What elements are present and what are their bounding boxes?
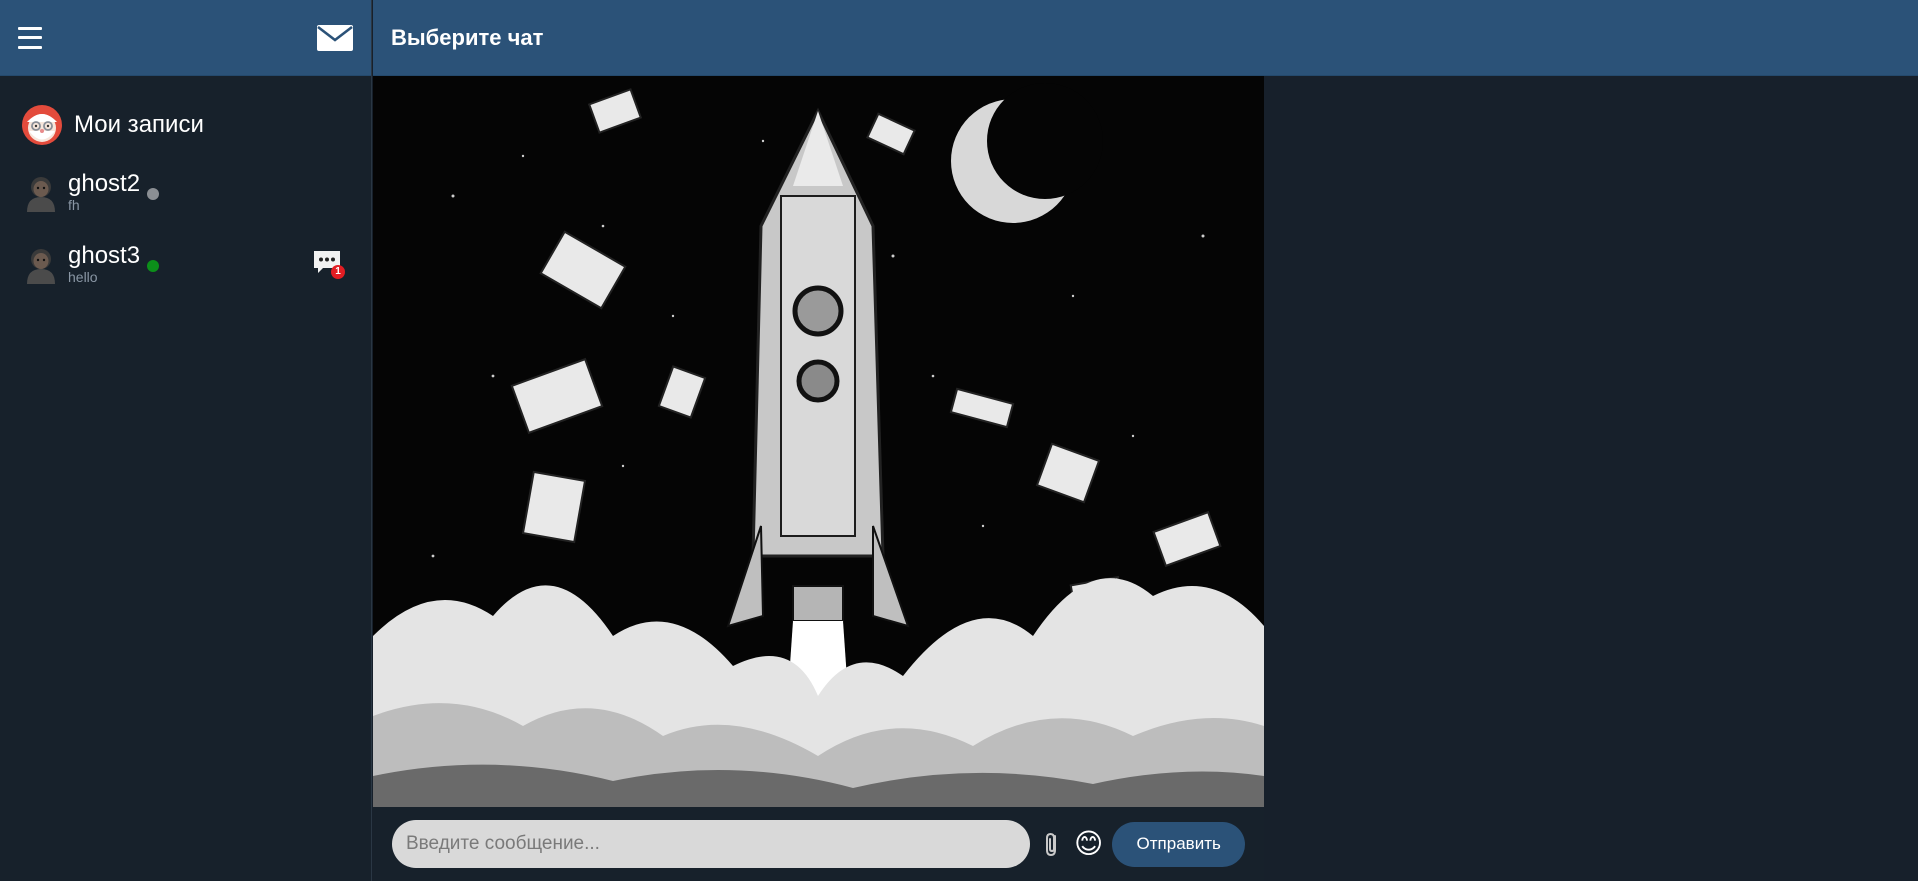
messenger-app: Мои записи ghost2 fh ghost3 hello 1 Выбе…	[0, 0, 1918, 881]
chat-item-ghost3[interactable]: ghost3 hello 1	[0, 228, 371, 300]
chat-name: ghost2	[68, 170, 141, 197]
online-status-dot	[147, 260, 159, 272]
message-composer: 😊 Отправить	[373, 807, 1264, 881]
person-avatar-icon	[21, 244, 61, 284]
chat-header: Выберите чат	[373, 0, 1918, 76]
chat-name: ghost3	[68, 242, 141, 269]
sidebar-header	[0, 0, 371, 76]
page-title: Выберите чат	[391, 24, 544, 50]
chat-bubble-icon: 1	[311, 246, 345, 279]
offline-status-dot	[147, 188, 159, 200]
chat-panel: 😊 Отправить	[373, 76, 1264, 881]
santa-avatar-icon	[21, 104, 63, 146]
message-input[interactable]	[392, 820, 1030, 868]
person-avatar-icon	[21, 172, 61, 212]
saved-messages-item[interactable]: Мои записи	[0, 94, 371, 156]
chat-list: Мои записи ghost2 fh ghost3 hello 1	[0, 76, 371, 300]
hamburger-menu-icon[interactable]	[18, 26, 42, 49]
chat-preview: fh	[68, 197, 80, 213]
send-button[interactable]: Отправить	[1112, 821, 1246, 867]
saved-messages-label: Мои записи	[74, 111, 204, 138]
chat-preview: hello	[68, 269, 98, 285]
paperclip-icon[interactable]	[1042, 830, 1062, 858]
sidebar: Мои записи ghost2 fh ghost3 hello 1	[0, 0, 372, 881]
emoji-picker-icon[interactable]: 😊	[1074, 830, 1103, 858]
rocket-launch-illustration	[373, 76, 1264, 807]
unread-count-badge: 1	[331, 265, 345, 279]
chat-item-ghost2[interactable]: ghost2 fh	[0, 156, 371, 228]
envelope-icon[interactable]	[316, 24, 354, 52]
